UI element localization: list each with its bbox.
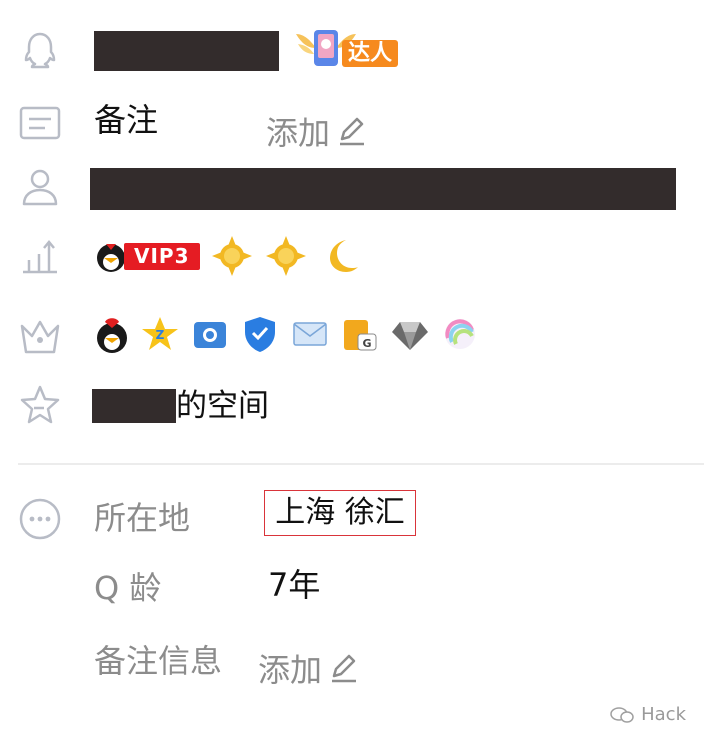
- qage-value: 7年: [268, 566, 321, 604]
- level-badges: VIP3: [94, 234, 362, 278]
- vip-label: VIP3: [124, 242, 200, 270]
- location-value-box: 上海 徐汇: [264, 490, 416, 536]
- watermark: Hack: [609, 704, 686, 725]
- qq-member-icon[interactable]: [94, 314, 130, 354]
- sun-level-icon: [265, 236, 306, 276]
- section-divider: [18, 463, 704, 465]
- remark-label: 备注: [94, 101, 159, 139]
- more-icon[interactable]: [17, 496, 63, 542]
- pencil-icon: [332, 654, 357, 683]
- star-outline-icon: [17, 382, 63, 428]
- location-value: 上海 徐汇: [275, 495, 405, 530]
- level-chart-icon: [17, 234, 63, 280]
- diamond-icon[interactable]: [390, 314, 430, 354]
- space-suffix: 的空间: [176, 387, 269, 424]
- rainbow-ball-icon[interactable]: [440, 314, 480, 354]
- talent-badge-label: 达人: [342, 40, 399, 68]
- crown-icon: [17, 312, 63, 358]
- pencil-icon: [340, 117, 365, 146]
- redacted-space-owner: [92, 389, 176, 423]
- yellow-star-icon[interactable]: Z: [140, 314, 180, 354]
- location-label: 所在地: [94, 499, 191, 537]
- svg-text:Z: Z: [156, 328, 165, 342]
- security-shield-icon[interactable]: [240, 314, 280, 354]
- talent-badge[interactable]: 达人: [292, 24, 404, 74]
- moon-level-icon: [329, 240, 358, 272]
- remark-add-button[interactable]: 添加: [266, 108, 368, 154]
- redacted-user-info: [90, 168, 676, 210]
- watermark-text: Hack: [641, 704, 686, 725]
- privilege-icons: Z G: [94, 314, 480, 354]
- remark-info-add-button[interactable]: 添加: [258, 645, 360, 691]
- svg-text:G: G: [362, 337, 371, 350]
- card-icon: [17, 100, 63, 146]
- game-icon[interactable]: G: [340, 314, 380, 354]
- mail-icon[interactable]: [290, 314, 330, 354]
- sun-level-icon: [211, 236, 252, 276]
- remark-add-label: 添加: [266, 114, 331, 152]
- user-icon: [17, 164, 63, 210]
- qq-penguin-icon: [17, 28, 63, 74]
- remark-info-add-label: 添加: [258, 651, 323, 689]
- qage-label: Q 龄: [94, 569, 162, 607]
- photo-album-icon[interactable]: [190, 314, 230, 354]
- redacted-nickname: [94, 31, 279, 71]
- remark-info-label: 备注信息: [94, 642, 223, 680]
- vip-badge[interactable]: VIP3: [94, 238, 200, 274]
- chat-bubble-icon: [610, 706, 634, 723]
- space-link[interactable]: 的空间: [92, 388, 269, 424]
- penguin-icon: [97, 244, 125, 272]
